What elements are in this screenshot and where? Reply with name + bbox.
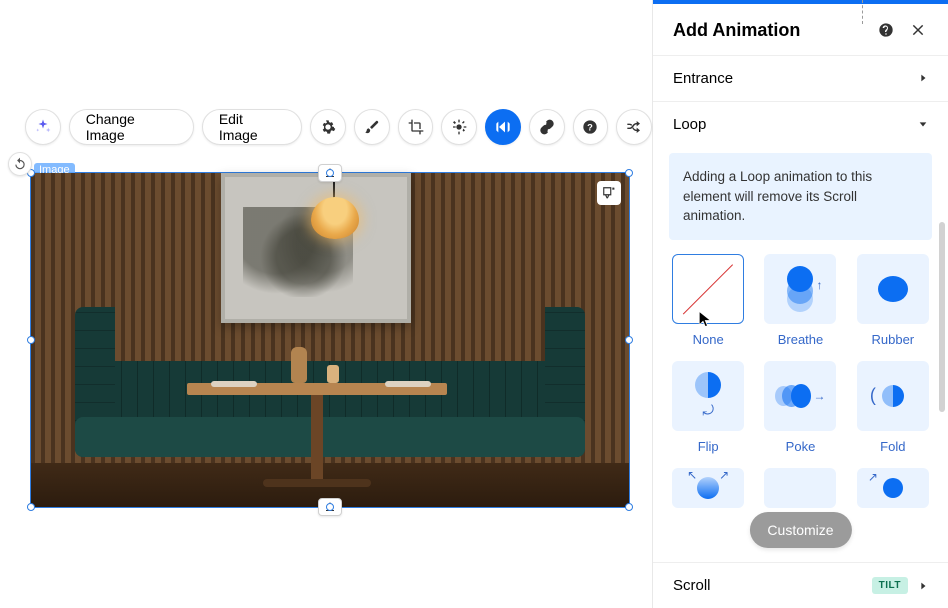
section-label: Entrance [673, 70, 918, 87]
panel-title: Add Animation [673, 20, 864, 41]
anim-label: Fold [880, 439, 905, 454]
loop-section-body: Adding a Loop animation to this element … [653, 147, 948, 562]
anim-option-rubber[interactable]: Rubber [854, 254, 932, 347]
unfold-icon: ↖↗ [687, 470, 729, 506]
resize-handle[interactable] [326, 503, 334, 511]
anim-label: None [693, 332, 724, 347]
loop-warning-notice: Adding a Loop animation to this element … [669, 153, 932, 240]
mouse-cursor-icon [697, 310, 715, 328]
anim-option-flip[interactable]: ⤾ Flip [669, 361, 747, 454]
brush-button[interactable] [354, 109, 390, 145]
animation-icon [495, 119, 511, 135]
help-icon: ? [582, 119, 598, 135]
panel-help-button[interactable] [876, 22, 896, 38]
section-loop[interactable]: Loop [653, 101, 948, 147]
selected-image-frame[interactable]: Image [30, 172, 630, 508]
animation-button[interactable] [485, 109, 521, 145]
resize-handle[interactable] [27, 336, 35, 344]
stretch-icon: ↗ [872, 470, 914, 506]
section-label: Scroll [673, 577, 711, 594]
customize-tooltip: Customize [749, 512, 851, 548]
settings-button[interactable] [310, 109, 346, 145]
scrollbar[interactable] [939, 222, 945, 562]
undo-button[interactable] [8, 152, 32, 176]
none-icon [679, 261, 737, 317]
loop-animation-grid: None ↑ Breathe Rubber ⤾ Flip → Poke ( Fo… [669, 254, 932, 508]
scrollbar-thumb[interactable] [939, 222, 945, 412]
chevron-right-icon [918, 581, 928, 591]
animation-panel: Add Animation Entrance Loop Adding a Loo… [652, 0, 948, 608]
section-entrance[interactable]: Entrance [653, 55, 948, 101]
resize-handle[interactable] [27, 503, 35, 511]
close-icon [911, 23, 925, 37]
image-toolbar: Change Image Edit Image ? [25, 109, 652, 145]
resize-handle[interactable] [326, 169, 334, 177]
brush-icon [364, 119, 380, 135]
change-image-button[interactable]: Change Image [69, 109, 194, 145]
anim-option-fold[interactable]: ( Fold [854, 361, 932, 454]
link-icon [539, 119, 555, 135]
link-button[interactable] [529, 109, 565, 145]
resize-handle[interactable] [625, 503, 633, 511]
anim-option-breathe[interactable]: ↑ Breathe [761, 254, 839, 347]
editor-canvas[interactable]: Change Image Edit Image ? Image [0, 0, 652, 608]
edit-image-button[interactable]: Edit Image [202, 109, 302, 145]
chevron-right-icon [918, 73, 928, 83]
crop-icon [408, 119, 424, 135]
resize-handle[interactable] [625, 336, 633, 344]
panel-header: Add Animation [653, 4, 948, 55]
sparkle-icon [34, 118, 52, 136]
anim-option-partial[interactable] [761, 468, 839, 508]
image-content [31, 173, 629, 507]
help-button[interactable]: ? [573, 109, 609, 145]
flip-icon: ⤾ [688, 371, 728, 421]
lock-open-icon [602, 186, 616, 200]
help-icon [878, 22, 894, 38]
crop-button[interactable] [398, 109, 434, 145]
undo-icon [13, 157, 27, 171]
section-scroll[interactable]: Scroll TILT [653, 562, 948, 608]
tilt-badge: TILT [872, 577, 908, 594]
resize-handle[interactable] [625, 169, 633, 177]
gear-icon [320, 119, 336, 135]
anim-label: Rubber [872, 332, 915, 347]
breathe-icon: ↑ [780, 264, 820, 314]
anim-option-partial[interactable]: ↗ [854, 468, 932, 508]
anim-label: Breathe [778, 332, 824, 347]
shuffle-icon [626, 119, 642, 135]
wand-icon [451, 119, 467, 135]
fold-icon: ( [872, 376, 914, 416]
panel-close-button[interactable] [908, 23, 928, 37]
anim-option-none[interactable]: None [669, 254, 747, 347]
magic-button[interactable] [441, 109, 477, 145]
anim-option-partial[interactable]: ↖↗ [669, 468, 747, 508]
anim-label: Poke [786, 439, 816, 454]
chevron-down-icon [918, 119, 928, 129]
section-label: Loop [673, 116, 918, 133]
ai-button[interactable] [25, 109, 61, 145]
anim-label: Flip [698, 439, 719, 454]
alignment-guide [862, 0, 863, 24]
lock-button[interactable] [597, 181, 621, 205]
poke-icon: → [775, 376, 825, 416]
anim-option-poke[interactable]: → Poke [761, 361, 839, 454]
svg-text:?: ? [588, 122, 594, 132]
rubber-icon [878, 276, 908, 302]
shuffle-button[interactable] [616, 109, 652, 145]
